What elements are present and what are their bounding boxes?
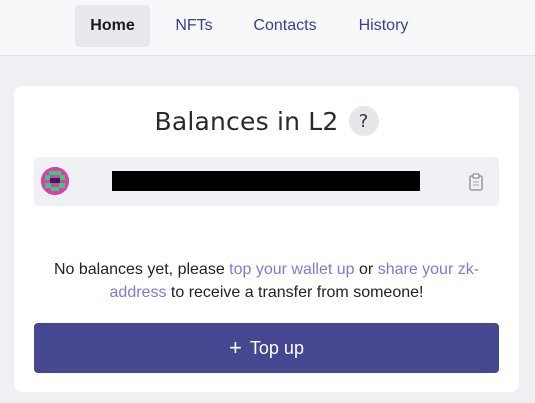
- message-text: No balances yet, please: [53, 261, 230, 278]
- identicon-avatar: [41, 167, 69, 195]
- page-title: Balances in L2: [154, 106, 339, 136]
- top-navigation: Home NFTs Contacts History: [0, 0, 535, 56]
- tab-contacts[interactable]: Contacts: [240, 5, 330, 47]
- tab-home[interactable]: Home: [75, 5, 150, 47]
- empty-balances-message: No balances yet, please top your wallet …: [34, 258, 499, 304]
- plus-icon: +: [229, 335, 242, 360]
- message-text: to receive a transfer from someone!: [166, 284, 424, 301]
- top-up-label: Top up: [249, 337, 304, 358]
- top-up-link[interactable]: top your wallet up: [229, 261, 354, 278]
- top-up-button[interactable]: + Top up: [34, 323, 499, 373]
- tab-history[interactable]: History: [345, 5, 422, 47]
- address-redacted: [112, 171, 420, 191]
- clipboard-icon[interactable]: [467, 173, 485, 191]
- message-text: or: [354, 261, 378, 278]
- question-mark-icon[interactable]: ?: [348, 106, 379, 136]
- avatar: [41, 167, 69, 195]
- address-box: [34, 157, 499, 206]
- balances-card: Balances in L2 ? No balances yet, please…: [14, 86, 519, 392]
- tab-nfts[interactable]: NFTs: [163, 5, 225, 47]
- title-row: Balances in L2 ?: [14, 104, 519, 138]
